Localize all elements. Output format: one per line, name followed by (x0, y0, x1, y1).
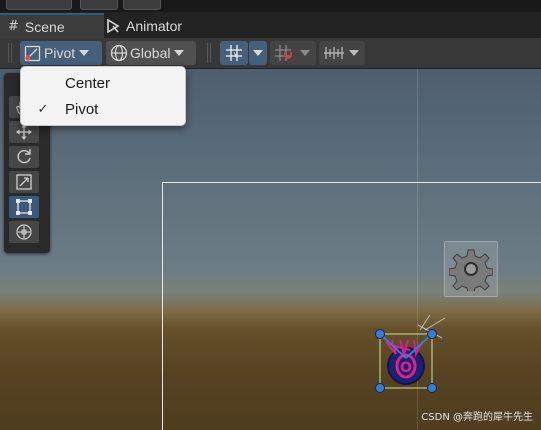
pivot-label: Pivot (44, 45, 76, 61)
global-label: Global (130, 45, 171, 61)
menu-item-pivot-label: Pivot (65, 100, 99, 118)
chevron-down-icon (300, 50, 310, 56)
toolbar-grip (207, 43, 211, 63)
tab-scene[interactable]: # Scene (0, 13, 104, 38)
ruler-icon (323, 44, 345, 62)
tab-scene-label: Scene (24, 18, 65, 35)
svg-text:O: O (400, 360, 412, 376)
rotate-icon (15, 148, 33, 166)
tab-animator-label: Animator (126, 17, 183, 34)
chevron-down-icon (174, 50, 185, 56)
globe-icon (110, 44, 128, 62)
menu-item-pivot[interactable]: ✓ Pivot (21, 96, 185, 122)
transform-icon (15, 223, 33, 241)
account-button[interactable] (6, 0, 72, 10)
watermark-text: CSDN @奔跑的犀牛先生 (421, 412, 533, 423)
unity-editor-window: # Scene Animator Pivot Global O Center ✓… (0, 0, 541, 430)
selected-sprite[interactable]: O (370, 310, 450, 400)
snap-increment-dropdown[interactable] (270, 41, 316, 65)
grid-hash-icon: # (8, 19, 19, 34)
camera-bounds-frame (162, 182, 541, 430)
tab-bar: # Scene Animator (0, 12, 541, 38)
grid-snapping-menu[interactable] (249, 41, 267, 65)
scale-icon (15, 173, 33, 191)
gear-icon[interactable] (444, 241, 498, 297)
rect-tool-button[interactable] (9, 196, 39, 218)
scale-tool-button[interactable] (9, 171, 39, 193)
global-dropdown[interactable]: Global (106, 41, 196, 65)
grid-snap-icon (225, 44, 243, 62)
ruler-snap-dropdown[interactable] (319, 41, 365, 65)
animator-icon (106, 18, 120, 33)
rotate-tool-button[interactable] (9, 146, 39, 168)
top-toolbar-strip (0, 0, 541, 12)
checkmark-icon: ✓ (37, 101, 49, 117)
pivot-dropdown[interactable]: Pivot (20, 41, 102, 65)
tab-animator[interactable]: Animator (106, 13, 206, 38)
menu-item-center-label: Center (65, 74, 111, 92)
pivot-mode-menu: Center ✓ Pivot (20, 66, 186, 126)
toolbar-grip (8, 43, 12, 63)
snap-increment-icon (274, 44, 296, 62)
chevron-down-icon (253, 50, 263, 56)
layout-button[interactable] (123, 0, 161, 10)
chevron-down-icon (349, 50, 359, 56)
layers-button[interactable] (80, 0, 118, 10)
pivot-icon (24, 45, 41, 62)
scene-toolbar: Pivot Global (0, 38, 541, 69)
menu-item-center[interactable]: Center (21, 70, 185, 96)
rect-transform-icon (15, 198, 33, 216)
chevron-down-icon (79, 50, 90, 56)
grid-snapping-button[interactable] (220, 41, 248, 65)
transform-tool-button[interactable] (9, 221, 39, 243)
